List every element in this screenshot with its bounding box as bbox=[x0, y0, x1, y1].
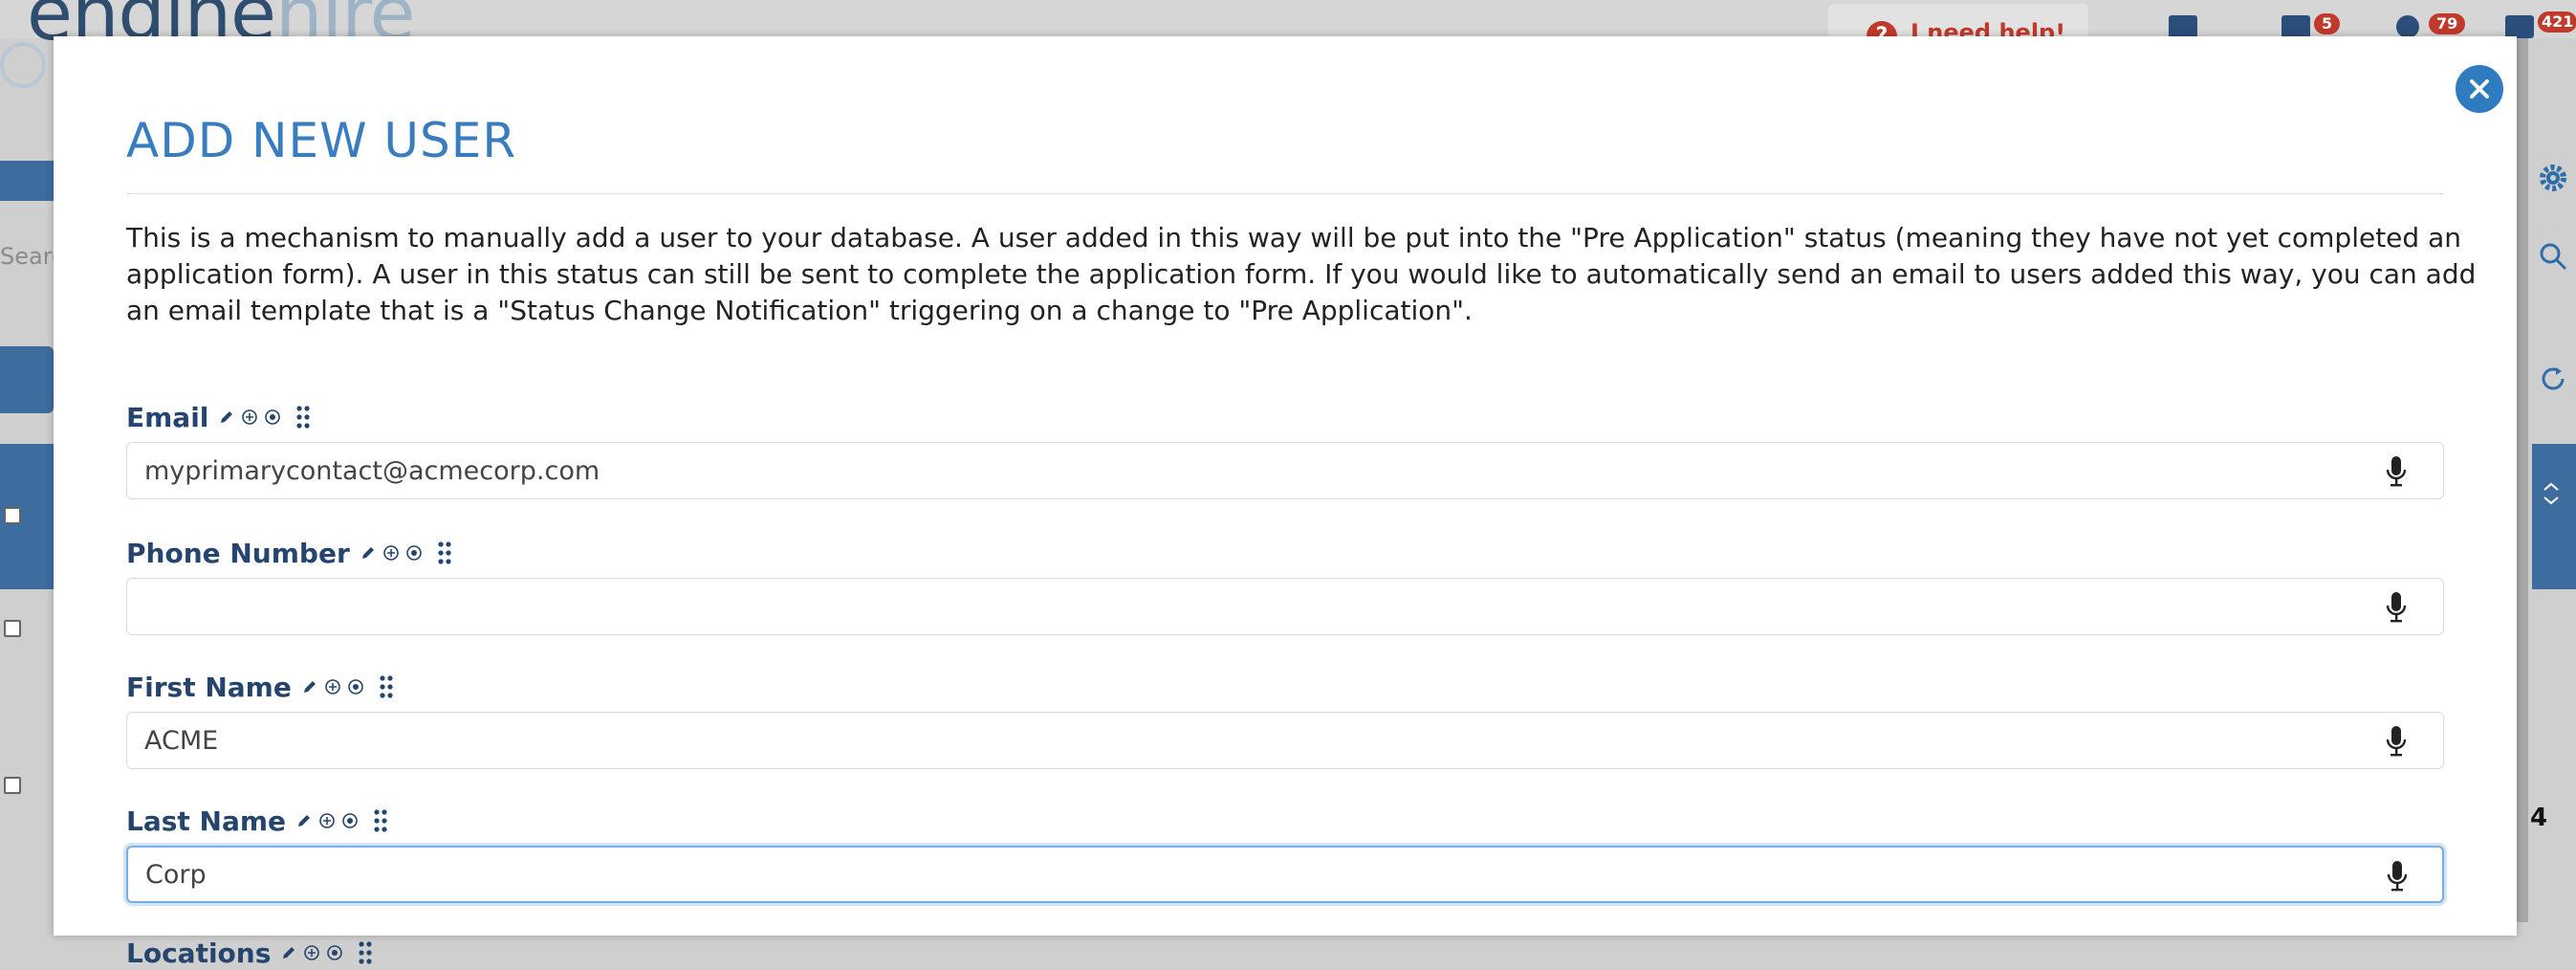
edit-pencil-icon[interactable] bbox=[218, 408, 235, 426]
first-name-label: First Name bbox=[126, 670, 395, 704]
drag-handle-icon[interactable] bbox=[357, 939, 374, 966]
visibility-icon[interactable] bbox=[347, 678, 364, 695]
users-icon[interactable] bbox=[2396, 15, 2419, 38]
gear-icon[interactable] bbox=[2538, 163, 2568, 193]
email-label: Email bbox=[126, 400, 312, 434]
search-icon[interactable] bbox=[2538, 241, 2568, 272]
edit-pencil-icon[interactable] bbox=[295, 812, 313, 829]
row-checkbox[interactable] bbox=[4, 620, 21, 637]
notifications-icon[interactable] bbox=[2505, 15, 2534, 38]
add-circle-icon[interactable] bbox=[318, 812, 336, 829]
close-button[interactable] bbox=[2456, 65, 2503, 113]
row-checkbox[interactable] bbox=[4, 777, 21, 794]
visibility-icon[interactable] bbox=[405, 544, 423, 562]
notifications-badge: 421 bbox=[2538, 11, 2576, 33]
edit-pencil-icon[interactable] bbox=[280, 944, 297, 961]
add-user-modal: ADD NEW USER This is a mechanism to manu… bbox=[54, 36, 2517, 969]
locations-label: Locations bbox=[126, 936, 374, 970]
drag-handle-icon[interactable] bbox=[295, 404, 312, 430]
phone-number-field[interactable] bbox=[126, 578, 2444, 635]
scrollbar[interactable] bbox=[2517, 38, 2528, 922]
messages-icon[interactable] bbox=[2281, 15, 2310, 38]
calendar-icon[interactable] bbox=[2169, 15, 2197, 38]
sort-chevron-icon[interactable] bbox=[2536, 478, 2566, 509]
phone-number-label: Phone Number bbox=[126, 536, 453, 570]
microphone-icon[interactable] bbox=[2384, 590, 2409, 625]
phone-number-input[interactable] bbox=[144, 579, 2363, 634]
add-circle-icon[interactable] bbox=[303, 944, 320, 961]
visibility-icon[interactable] bbox=[264, 408, 281, 426]
first-name-field[interactable] bbox=[126, 712, 2444, 769]
last-name-input[interactable] bbox=[145, 848, 2364, 901]
email-field[interactable] bbox=[126, 442, 2444, 499]
drag-handle-icon[interactable] bbox=[436, 540, 453, 566]
add-circle-icon[interactable] bbox=[324, 678, 341, 695]
last-name-field[interactable] bbox=[126, 846, 2444, 903]
microphone-icon[interactable] bbox=[2384, 454, 2409, 489]
microphone-icon[interactable] bbox=[2384, 724, 2409, 759]
sidebar-button[interactable] bbox=[0, 346, 54, 413]
edit-pencil-icon[interactable] bbox=[301, 678, 318, 695]
visibility-icon[interactable] bbox=[341, 812, 359, 829]
add-circle-icon[interactable] bbox=[241, 408, 258, 426]
first-name-input[interactable] bbox=[144, 713, 2363, 768]
page-number: 4 bbox=[2530, 804, 2548, 832]
drag-handle-icon[interactable] bbox=[372, 807, 389, 834]
last-name-label: Last Name bbox=[126, 804, 389, 838]
users-badge: 79 bbox=[2429, 13, 2466, 34]
visibility-icon[interactable] bbox=[326, 944, 343, 961]
edit-pencil-icon[interactable] bbox=[360, 544, 377, 562]
messages-badge: 5 bbox=[2314, 13, 2341, 34]
refresh-icon[interactable] bbox=[2538, 364, 2568, 394]
add-circle-icon[interactable] bbox=[382, 544, 400, 562]
modal-description: This is a mechanism to manually add a us… bbox=[126, 222, 2477, 326]
email-input[interactable] bbox=[144, 443, 2363, 498]
table-header-strip-right bbox=[2532, 444, 2576, 589]
close-icon bbox=[2470, 79, 2489, 99]
title-divider bbox=[126, 193, 2444, 194]
select-all-checkbox[interactable] bbox=[4, 507, 21, 524]
drag-handle-icon[interactable] bbox=[378, 673, 395, 700]
sidebar-tab[interactable] bbox=[0, 161, 54, 201]
microphone-icon[interactable] bbox=[2385, 859, 2410, 893]
modal-title: ADD NEW USER bbox=[126, 113, 517, 168]
